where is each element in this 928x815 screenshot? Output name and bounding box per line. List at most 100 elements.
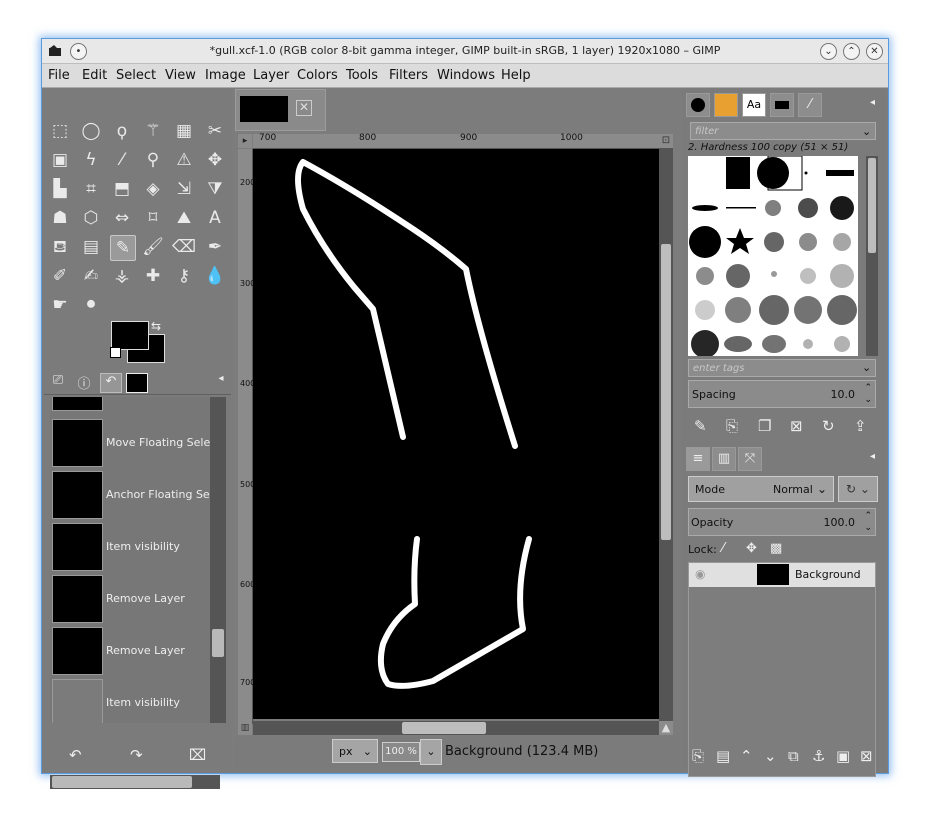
list-item[interactable]: Anchor Floating Selec <box>50 471 210 523</box>
dock-menu-icon[interactable]: ◂ <box>870 451 875 462</box>
quick-mask-icon[interactable]: ▥ <box>238 721 252 735</box>
maximize-button[interactable]: ⌃ <box>843 43 860 60</box>
spacing-slider[interactable]: Spacing 10.0 ⌃ ⌄ <box>688 380 876 408</box>
undo-history-list[interactable]: Move Floating Selecti Anchor Floating Se… <box>50 397 210 723</box>
menu-image[interactable]: Image <box>205 68 246 83</box>
brush-grid[interactable] <box>688 156 858 356</box>
ellipse-select-icon[interactable]: ◯ <box>79 119 103 143</box>
close-image-icon[interactable]: ✕ <box>296 100 312 116</box>
duplicate-brush-icon[interactable]: ❐ <box>758 417 771 435</box>
unit-select[interactable]: px ⌄ <box>332 739 378 763</box>
bucket-fill-icon[interactable]: ⛾ <box>48 235 72 259</box>
history-hscrollbar[interactable] <box>50 775 220 789</box>
menu-help[interactable]: Help <box>501 68 531 83</box>
default-colors-icon[interactable] <box>110 347 121 358</box>
refresh-brushes-icon[interactable]: ↻ <box>822 417 835 435</box>
layer-mode-select[interactable]: Mode Normal ⌄ <box>688 476 834 502</box>
scissors-icon[interactable]: ✂ <box>203 119 227 143</box>
lower-layer-icon[interactable]: ⌄ <box>764 747 777 765</box>
image-tab[interactable]: ✕ <box>235 89 326 131</box>
delete-brush-icon[interactable]: ⊠ <box>790 417 803 435</box>
menu-colors[interactable]: Colors <box>297 68 338 83</box>
spacing-value[interactable]: 10.0 <box>831 388 856 401</box>
gradient-icon[interactable]: ▤ <box>79 235 103 259</box>
menu-windows[interactable]: Windows <box>437 68 495 83</box>
zoom-fit-icon[interactable]: ⊡ <box>659 134 673 148</box>
scroll-thumb[interactable] <box>212 629 224 657</box>
scale-icon[interactable]: ⇲ <box>172 177 196 201</box>
color-select-icon[interactable]: ▦ <box>172 119 196 143</box>
fonts-tab[interactable]: Aa <box>742 93 766 117</box>
layer-row[interactable]: ◉ Background <box>689 563 875 587</box>
zoom-icon[interactable]: ⚲ <box>141 148 165 172</box>
mypaint-brush-icon[interactable]: ✍ <box>79 264 103 288</box>
zoom-field[interactable]: 100 % <box>382 742 420 762</box>
dock-menu-icon[interactable]: ◂ <box>211 373 231 391</box>
rotate-icon[interactable]: ◈ <box>141 177 165 201</box>
device-status-tab-icon[interactable]: ⓘ <box>74 373 94 392</box>
layer-mask-icon[interactable]: ▣ <box>836 747 850 765</box>
dock-menu-icon[interactable]: ◂ <box>870 97 875 108</box>
canvas-horizontal-scrollbar[interactable] <box>253 721 659 735</box>
anchor-layer-icon[interactable]: ⚓ <box>812 747 825 765</box>
list-item[interactable]: Move Floating Selecti <box>50 419 210 471</box>
lock-alpha-icon[interactable]: ▩ <box>770 541 782 556</box>
composite-mode-button[interactable]: ↻ ⌄ <box>838 476 878 502</box>
raise-layer-icon[interactable]: ⌃ <box>740 747 753 765</box>
stepper-icon[interactable]: ⌃ ⌄ <box>864 510 872 534</box>
eraser-icon[interactable]: ⌫ <box>172 235 196 259</box>
menu-select[interactable]: Select <box>116 68 156 83</box>
menu-filters[interactable]: Filters <box>389 68 428 83</box>
foreground-select-icon[interactable]: ▣ <box>48 148 72 172</box>
close-button[interactable]: ✕ <box>866 43 883 60</box>
new-brush-icon[interactable]: ⎘ <box>726 417 738 435</box>
undo-icon[interactable]: ↶ <box>69 746 82 764</box>
dodge-burn-icon[interactable]: ⚫ <box>79 293 103 317</box>
image-canvas[interactable] <box>253 149 659 719</box>
tool-options-tab-icon[interactable]: ⎚ <box>48 373 68 391</box>
opacity-slider[interactable]: Opacity 100.0 ⌃ ⌄ <box>688 508 876 536</box>
scroll-thumb[interactable] <box>402 722 486 734</box>
open-as-image-icon[interactable]: ⇪ <box>854 417 867 435</box>
clear-history-icon[interactable]: ⌧ <box>189 746 206 764</box>
paintbrush-icon[interactable]: 🖌 <box>141 235 165 259</box>
flip-icon[interactable]: ⇔ <box>110 206 134 230</box>
paths-icon[interactable]: ϟ <box>79 148 103 172</box>
channels-tab[interactable]: ▥ <box>712 447 736 471</box>
eye-icon[interactable]: ◉ <box>695 567 705 581</box>
perspective-clone-icon[interactable]: ⚷ <box>172 264 196 288</box>
layers-tab[interactable]: ≡ <box>686 447 710 471</box>
warp-icon[interactable]: ☗ <box>48 206 72 230</box>
menu-tools[interactable]: Tools <box>346 68 378 83</box>
chevron-down-icon[interactable]: ⌄ <box>862 125 871 138</box>
menu-edit[interactable]: Edit <box>82 68 107 83</box>
list-item[interactable]: Item visibility <box>50 523 210 575</box>
perspective-icon[interactable]: ⬡ <box>79 206 103 230</box>
fuzzy-select-icon[interactable]: ⚚ <box>141 119 165 143</box>
chevron-down-icon[interactable]: ⌄ <box>862 361 871 374</box>
brush-tags-input[interactable]: enter tags <box>688 359 876 377</box>
clone-icon[interactable]: ⚶ <box>110 264 134 288</box>
ink-icon[interactable]: ✐ <box>48 264 72 288</box>
images-tab-icon[interactable] <box>126 373 148 393</box>
undo-history-tab-icon[interactable]: ↶ <box>100 373 122 393</box>
scroll-thumb[interactable] <box>868 158 876 253</box>
text-icon[interactable]: A <box>203 206 227 230</box>
foreground-color-swatch[interactable] <box>111 321 149 350</box>
history-scrollbar[interactable] <box>210 397 226 723</box>
cage-icon[interactable]: ⌑ <box>141 206 165 230</box>
list-item[interactable]: Item visibility <box>50 679 210 723</box>
brushes-tab[interactable] <box>686 93 710 117</box>
duplicate-layer-icon[interactable]: ⧉ <box>788 747 799 765</box>
align-icon[interactable]: ▙ <box>48 177 72 201</box>
scroll-thumb[interactable] <box>52 776 192 788</box>
minimize-button[interactable]: ⌄ <box>820 43 837 60</box>
tool-presets-tab[interactable]: ⁄ <box>798 93 822 117</box>
lock-pixels-icon[interactable]: ⁄ <box>722 541 724 556</box>
crop-icon[interactable]: ⌗ <box>79 177 103 201</box>
new-layer-group-icon[interactable]: ▤ <box>716 747 730 765</box>
stepper-icon[interactable]: ⌃ ⌄ <box>864 382 872 406</box>
swap-colors-icon[interactable]: ⇆ <box>151 319 161 333</box>
redo-icon[interactable]: ↷ <box>130 746 143 764</box>
brush-filter-input[interactable]: filter <box>690 122 876 140</box>
